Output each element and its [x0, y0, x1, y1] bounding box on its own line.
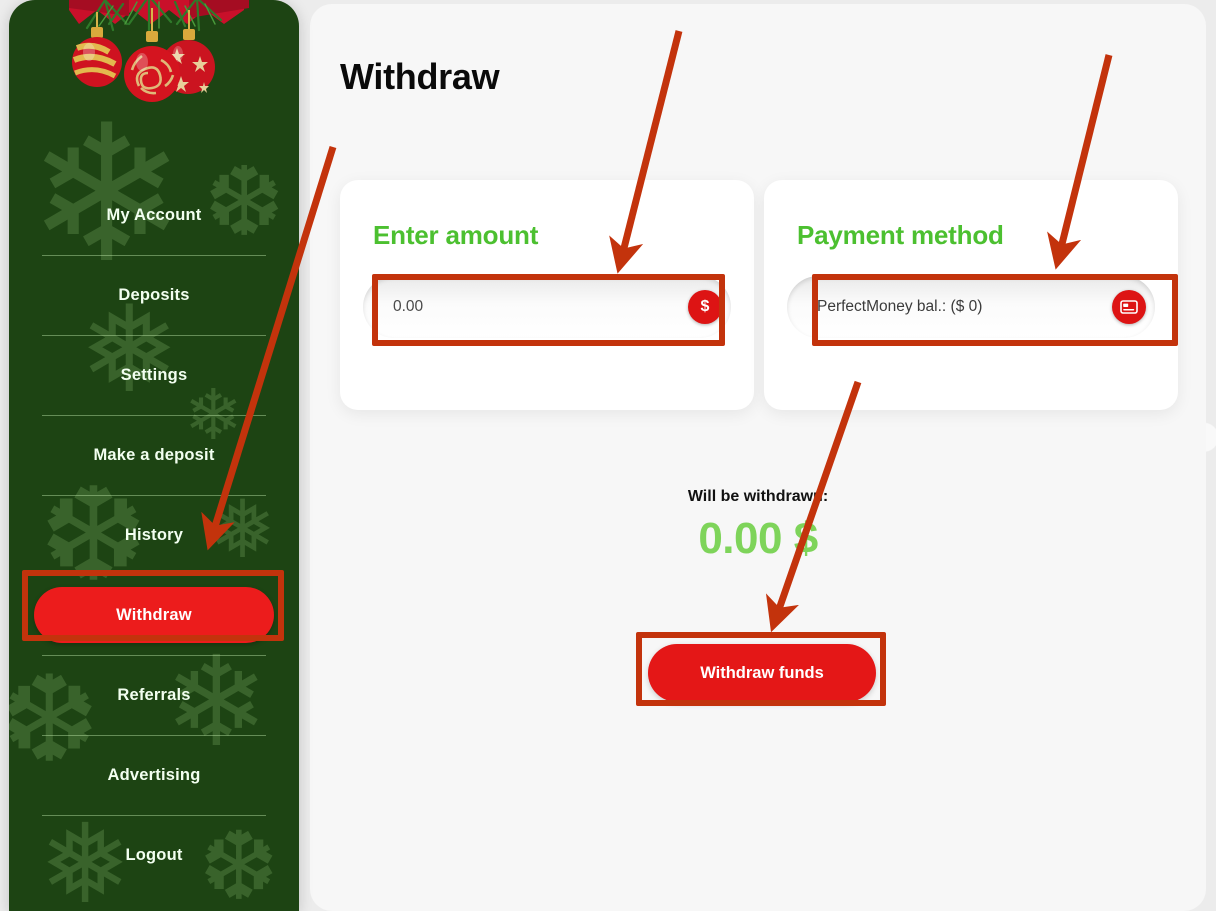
- enter-amount-title: Enter amount: [373, 220, 539, 250]
- christmas-ornaments-icon: [69, 0, 249, 102]
- sidebar-item-advertising[interactable]: Advertising: [9, 735, 299, 815]
- sidebar-item-label: Advertising: [107, 765, 201, 784]
- sidebar-item-referrals[interactable]: Referrals: [9, 655, 299, 735]
- amount-input-value: 0.00: [393, 298, 424, 315]
- sidebar-item-label: Withdraw: [34, 587, 274, 643]
- page-title: Withdraw: [340, 56, 500, 97]
- withdraw-summary: Will be withdrawn: 0.00 $: [310, 488, 1206, 564]
- sidebar-item-make-a-deposit[interactable]: Make a deposit: [9, 415, 299, 495]
- summary-label: Will be withdrawn:: [687, 488, 829, 505]
- amount-field-wrapper: 0.00 $: [363, 276, 731, 338]
- summary-value: 0.00 $: [698, 514, 818, 563]
- sidebar-item-label: Make a deposit: [93, 445, 215, 464]
- sidebar-item-logout[interactable]: Logout: [9, 815, 299, 895]
- sidebar-item-withdraw[interactable]: Withdraw: [9, 575, 299, 655]
- sidebar-item-label: Logout: [125, 845, 183, 864]
- withdraw-funds-button[interactable]: Withdraw funds: [648, 644, 876, 702]
- main-panel: Withdraw Enter amount 0.00 $ Payment met…: [310, 4, 1206, 911]
- sidebar-item-label: Settings: [120, 365, 188, 384]
- payment-method-card: Payment method PerfectMoney bal.: ($ 0): [764, 180, 1178, 410]
- payment-method-field-wrapper: PerfectMoney bal.: ($ 0): [787, 276, 1155, 338]
- sidebar-item-my-account[interactable]: My Account: [9, 175, 299, 255]
- sidebar-item-label: History: [124, 525, 184, 544]
- amount-input[interactable]: 0.00 $: [363, 276, 731, 338]
- payment-method-title: Payment method: [797, 220, 1004, 250]
- sidebar-item-settings[interactable]: Settings: [9, 335, 299, 415]
- enter-amount-card: Enter amount 0.00 $: [340, 180, 754, 410]
- payment-method-select[interactable]: PerfectMoney bal.: ($ 0): [787, 276, 1155, 338]
- sidebar-item-deposits[interactable]: Deposits: [9, 255, 299, 335]
- credit-card-icon: [1112, 290, 1146, 324]
- dollar-glyph: $: [700, 298, 710, 315]
- sidebar-nav: My Account Deposits Settings Make a depo…: [9, 175, 299, 895]
- payment-method-value: PerfectMoney bal.: ($ 0): [817, 298, 983, 315]
- sidebar-item-history[interactable]: History: [9, 495, 299, 575]
- dollar-icon: $: [688, 290, 722, 324]
- sidebar-item-label: My Account: [106, 205, 202, 224]
- sidebar-item-label: Referrals: [117, 685, 191, 704]
- sidebar-item-label: Deposits: [118, 285, 190, 304]
- sidebar: ❄ ❆ ❅ ❄ ❆ ❅ ❆ ❄ ❅ ❆ My Account Deposits …: [9, 0, 299, 911]
